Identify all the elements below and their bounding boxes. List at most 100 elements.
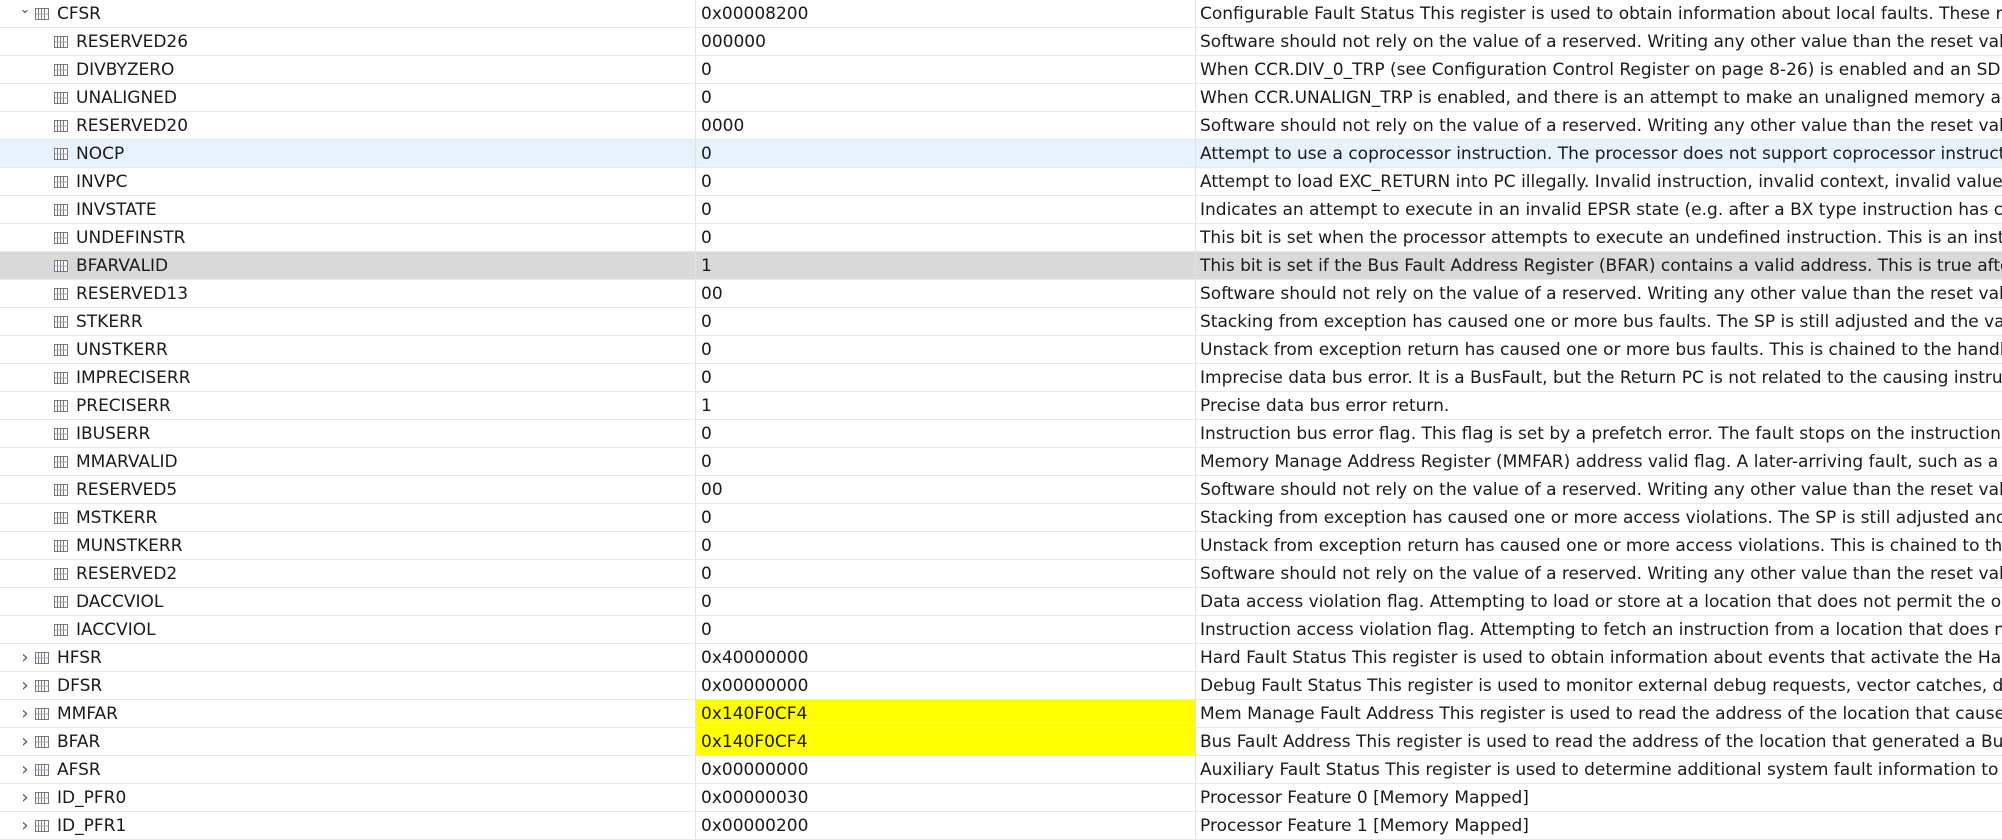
register-description: Processor Feature 1 [Memory Mapped] — [1200, 815, 1529, 836]
register-value[interactable]: 0x00008200 — [696, 0, 1196, 27]
register-description: Software should not rely on the value of… — [1200, 115, 2002, 136]
register-row-undefinstr[interactable]: UNDEFINSTR 0 This bit is set when the pr… — [0, 224, 2002, 252]
register-icon — [54, 91, 70, 105]
register-name: DACCVIOL — [76, 591, 164, 612]
chevron-right-icon[interactable]: › — [17, 703, 33, 724]
register-value[interactable]: 0 — [696, 560, 1196, 587]
register-row-preciserr[interactable]: PRECISERR 1 Precise data bus error retur… — [0, 392, 2002, 420]
register-row-divbyzero[interactable]: DIVBYZERO 0 When CCR.DIV_0_TRP (see Conf… — [0, 56, 2002, 84]
register-row-mmfar[interactable]: › MMFAR 0x140F0CF4 Mem Manage Fault Addr… — [0, 700, 2002, 728]
register-value[interactable]: 0 — [696, 420, 1196, 447]
register-row-ibuserr[interactable]: IBUSERR 0 Instruction bus error flag. Th… — [0, 420, 2002, 448]
register-row-nocp[interactable]: NOCP 0 Attempt to use a coprocessor inst… — [0, 140, 2002, 168]
register-name: UNALIGNED — [76, 87, 177, 108]
register-icon — [54, 147, 70, 161]
register-value[interactable]: 0 — [696, 588, 1196, 615]
register-value[interactable]: 0 — [696, 140, 1196, 167]
chevron-right-icon[interactable]: › — [17, 731, 33, 752]
chevron-right-icon[interactable]: › — [17, 647, 33, 668]
register-icon — [54, 175, 70, 189]
register-row-reserved13[interactable]: RESERVED13 00 Software should not rely o… — [0, 280, 2002, 308]
register-description: Precise data bus error return. — [1200, 395, 1450, 416]
register-row-invstate[interactable]: INVSTATE 0 Indicates an attempt to execu… — [0, 196, 2002, 224]
register-description: Imprecise data bus error. It is a BusFau… — [1200, 367, 2002, 388]
register-icon — [35, 735, 51, 749]
register-name: IMPRECISERR — [76, 367, 191, 388]
register-value[interactable]: 0x00000200 — [696, 812, 1196, 839]
register-name: RESERVED13 — [76, 283, 189, 304]
register-value[interactable]: 0 — [696, 532, 1196, 559]
register-row-afsr[interactable]: › AFSR 0x00000000 Auxiliary Fault Status… — [0, 756, 2002, 784]
register-icon — [35, 651, 51, 665]
register-value[interactable]: 0 — [696, 448, 1196, 475]
register-row-reserved2[interactable]: RESERVED2 0 Software should not rely on … — [0, 560, 2002, 588]
register-row-iaccviol[interactable]: IACCVIOL 0 Instruction access violation … — [0, 616, 2002, 644]
chevron-right-icon[interactable]: › — [17, 759, 33, 780]
register-row-reserved5[interactable]: RESERVED5 00 Software should not rely on… — [0, 476, 2002, 504]
register-name-cell: PRECISERR — [0, 392, 696, 419]
register-icon — [54, 259, 70, 273]
register-row-invpc[interactable]: INVPC 0 Attempt to load EXC_RETURN into … — [0, 168, 2002, 196]
register-row-dfsr[interactable]: › DFSR 0x00000000 Debug Fault Status Thi… — [0, 672, 2002, 700]
chevron-down-icon[interactable]: ⌄ — [17, 2, 33, 18]
register-value[interactable]: 0 — [696, 56, 1196, 83]
register-row-reserved26[interactable]: RESERVED26 000000 Software should not re… — [0, 28, 2002, 56]
register-name: BFAR — [57, 731, 101, 752]
register-name-cell: ⌄ CFSR — [0, 0, 696, 27]
register-row-unaligned[interactable]: UNALIGNED 0 When CCR.UNALIGN_TRP is enab… — [0, 84, 2002, 112]
register-value[interactable]: 0 — [696, 504, 1196, 531]
register-value[interactable]: 0 — [696, 84, 1196, 111]
register-row-bfarvalid[interactable]: BFARVALID 1 This bit is set if the Bus F… — [0, 252, 2002, 280]
register-value[interactable]: 1 — [696, 252, 1196, 279]
register-value[interactable]: 0 — [696, 224, 1196, 251]
register-value[interactable]: 000000 — [696, 28, 1196, 55]
register-value[interactable]: 0 — [696, 336, 1196, 363]
register-row-daccviol[interactable]: DACCVIOL 0 Data access violation flag. A… — [0, 588, 2002, 616]
register-value[interactable]: 0x140F0CF4 — [696, 728, 1196, 755]
register-row-id_pfr1[interactable]: › ID_PFR1 0x00000200 Processor Feature 1… — [0, 812, 2002, 840]
register-icon — [54, 315, 70, 329]
register-row-munstkerr[interactable]: MUNSTKERR 0 Unstack from exception retur… — [0, 532, 2002, 560]
register-icon — [54, 35, 70, 49]
register-row-cfsr[interactable]: ⌄ CFSR 0x00008200 Configurable Fault Sta… — [0, 0, 2002, 28]
register-row-hfsr[interactable]: › HFSR 0x40000000 Hard Fault Status This… — [0, 644, 2002, 672]
register-value[interactable]: 0x00000000 — [696, 756, 1196, 783]
register-value[interactable]: 0000 — [696, 112, 1196, 139]
register-row-mstkerr[interactable]: MSTKERR 0 Stacking from exception has ca… — [0, 504, 2002, 532]
register-value[interactable]: 0 — [696, 168, 1196, 195]
register-name: ID_PFR1 — [57, 815, 127, 836]
register-name-cell: UNDEFINSTR — [0, 224, 696, 251]
register-value[interactable]: 00 — [696, 280, 1196, 307]
register-icon — [54, 287, 70, 301]
register-value[interactable]: 0 — [696, 308, 1196, 335]
register-row-unstkerr[interactable]: UNSTKERR 0 Unstack from exception return… — [0, 336, 2002, 364]
register-icon — [35, 791, 51, 805]
register-value[interactable]: 0x00000030 — [696, 784, 1196, 811]
register-name-cell: NOCP — [0, 140, 696, 167]
register-value[interactable]: 0 — [696, 616, 1196, 643]
register-description: Software should not rely on the value of… — [1200, 563, 2002, 584]
register-value[interactable]: 0 — [696, 364, 1196, 391]
register-description: Software should not rely on the value of… — [1200, 479, 2002, 500]
register-name-cell: RESERVED26 — [0, 28, 696, 55]
register-row-id_pfr0[interactable]: › ID_PFR0 0x00000030 Processor Feature 0… — [0, 784, 2002, 812]
chevron-right-icon[interactable]: › — [17, 815, 33, 836]
register-name-cell: IACCVIOL — [0, 616, 696, 643]
register-value[interactable]: 0x00000000 — [696, 672, 1196, 699]
register-name: NOCP — [76, 143, 125, 164]
register-value[interactable]: 0x40000000 — [696, 644, 1196, 671]
register-row-mmarvalid[interactable]: MMARVALID 0 Memory Manage Address Regist… — [0, 448, 2002, 476]
register-value[interactable]: 0 — [696, 196, 1196, 223]
register-row-stkerr[interactable]: STKERR 0 Stacking from exception has cau… — [0, 308, 2002, 336]
register-row-impreciserr[interactable]: IMPRECISERR 0 Imprecise data bus error. … — [0, 364, 2002, 392]
register-value[interactable]: 0x140F0CF4 — [696, 700, 1196, 727]
chevron-right-icon[interactable]: › — [17, 787, 33, 808]
register-row-reserved20[interactable]: RESERVED20 0000 Software should not rely… — [0, 112, 2002, 140]
register-value[interactable]: 00 — [696, 476, 1196, 503]
chevron-right-icon[interactable]: › — [17, 675, 33, 696]
register-value[interactable]: 1 — [696, 392, 1196, 419]
register-name: CFSR — [57, 3, 101, 24]
register-row-bfar[interactable]: › BFAR 0x140F0CF4 Bus Fault Address This… — [0, 728, 2002, 756]
register-name-cell: › AFSR — [0, 756, 696, 783]
register-icon — [54, 231, 70, 245]
